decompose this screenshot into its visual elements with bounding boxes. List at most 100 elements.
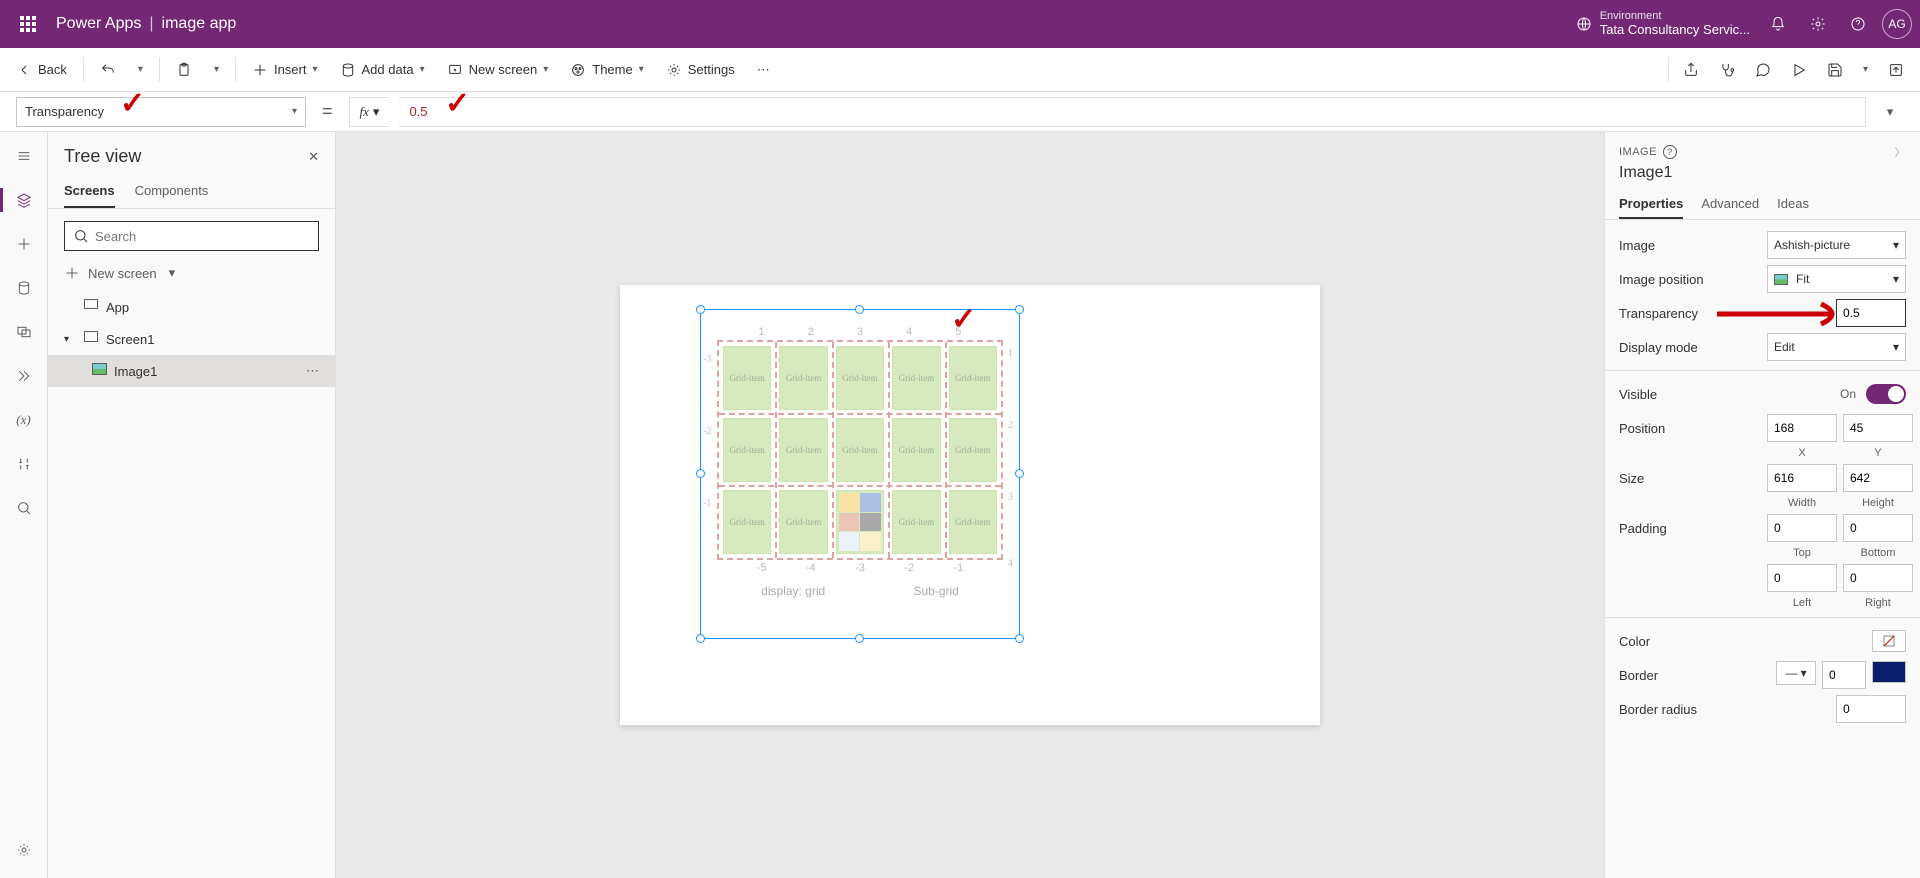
command-ribbon: Back ▾ ▾ Insert▾ Add data▾ New screen▾ T…: [0, 48, 1920, 92]
canvas-frame[interactable]: 12345 -3 -2 -1 1 2 3 4 Grid-itemGrid-ite…: [620, 285, 1320, 725]
tree-search[interactable]: [64, 221, 319, 251]
insert-button[interactable]: Insert▾: [242, 52, 328, 88]
tree-item-more[interactable]: ⋯: [306, 363, 319, 379]
canvas-area[interactable]: 12345 -3 -2 -1 1 2 3 4 Grid-itemGrid-ite…: [336, 132, 1604, 878]
rail-media[interactable]: [4, 312, 44, 352]
size-label: Size: [1619, 471, 1759, 486]
chevron-down-icon[interactable]: ▾: [64, 334, 78, 345]
app-checker-button[interactable]: [1709, 52, 1745, 88]
width-input[interactable]: [1767, 464, 1837, 492]
rail-settings[interactable]: [4, 830, 44, 870]
rail-variables[interactable]: (x): [4, 400, 44, 440]
plus-icon: [16, 236, 32, 252]
resize-handle-tr[interactable]: [1015, 305, 1024, 314]
settings-icon[interactable]: [1798, 4, 1838, 44]
tree-item-screen1[interactable]: ▾ Screen1: [48, 323, 335, 355]
left-rail: (x): [0, 132, 48, 878]
save-button[interactable]: [1817, 52, 1853, 88]
environment-picker[interactable]: Environment Tata Consultancy Servic...: [1576, 10, 1750, 38]
formula-input[interactable]: 0.5: [399, 97, 1866, 127]
padding-bottom-input[interactable]: [1843, 514, 1913, 542]
add-data-button[interactable]: Add data▾: [330, 52, 435, 88]
close-tree-view[interactable]: ✕: [308, 149, 319, 165]
help-icon[interactable]: [1838, 4, 1878, 44]
tab-ideas[interactable]: Ideas: [1777, 190, 1809, 219]
undo-button[interactable]: [90, 52, 126, 88]
publish-button[interactable]: [1878, 52, 1914, 88]
position-x-input[interactable]: [1767, 414, 1837, 442]
tab-properties[interactable]: Properties: [1619, 190, 1683, 219]
user-avatar[interactable]: AG: [1882, 9, 1912, 39]
app-icon: [84, 299, 98, 309]
search-icon: [16, 500, 32, 516]
notifications-icon[interactable]: [1758, 4, 1798, 44]
tree-search-input[interactable]: [95, 229, 310, 244]
rail-search[interactable]: [4, 488, 44, 528]
overflow-button[interactable]: ⋯: [747, 52, 780, 88]
resize-handle-tl[interactable]: [696, 305, 705, 314]
back-button[interactable]: Back: [6, 52, 77, 88]
display-mode-select[interactable]: Edit▾: [1767, 333, 1906, 361]
image-position-select[interactable]: Fit▾: [1767, 265, 1906, 293]
rail-advanced-tools[interactable]: [4, 444, 44, 484]
border-radius-input[interactable]: [1836, 695, 1906, 723]
search-icon: [73, 228, 89, 244]
clipboard-icon: [176, 62, 192, 78]
padding-top-input[interactable]: [1767, 514, 1837, 542]
rail-tree-view[interactable]: [4, 180, 44, 220]
padding-left-input[interactable]: [1767, 564, 1837, 592]
collapse-panel-icon[interactable]: 〉: [1895, 144, 1907, 160]
share-icon: [1683, 62, 1699, 78]
resize-handle-ml[interactable]: [696, 469, 705, 478]
help-icon[interactable]: ?: [1663, 145, 1677, 159]
tree-item-app[interactable]: App: [48, 291, 335, 323]
paste-button[interactable]: [166, 52, 202, 88]
padding-right-input[interactable]: [1843, 564, 1913, 592]
resize-handle-bm[interactable]: [855, 634, 864, 643]
rail-data[interactable]: [4, 268, 44, 308]
border-width-input[interactable]: [1822, 661, 1866, 689]
comments-button[interactable]: [1745, 52, 1781, 88]
tab-components[interactable]: Components: [135, 175, 209, 208]
ellipsis-icon: ⋯: [757, 62, 770, 78]
border-style-select[interactable]: — ▾: [1776, 661, 1816, 685]
new-screen-tree-button[interactable]: New screen ▾: [48, 259, 335, 287]
undo-icon: [100, 62, 116, 78]
transparency-input[interactable]: [1836, 299, 1906, 327]
visible-toggle[interactable]: [1866, 384, 1906, 404]
position-y-input[interactable]: [1843, 414, 1913, 442]
expand-formula-bar[interactable]: ▾: [1876, 98, 1904, 126]
rail-hamburger[interactable]: [4, 136, 44, 176]
border-color-swatch[interactable]: [1872, 661, 1906, 683]
resize-handle-bl[interactable]: [696, 634, 705, 643]
save-split[interactable]: ▾: [1853, 52, 1878, 88]
waffle-menu[interactable]: [8, 4, 48, 44]
app-header: Power Apps | image app Environment Tata …: [0, 0, 1920, 48]
tab-screens[interactable]: Screens: [64, 175, 115, 208]
property-selector[interactable]: Transparency ▾: [16, 97, 306, 127]
selection-box[interactable]: 12345 -3 -2 -1 1 2 3 4 Grid-itemGrid-ite…: [700, 309, 1020, 639]
preview-button[interactable]: [1781, 52, 1817, 88]
tree-item-image1[interactable]: Image1 ⋯: [48, 355, 335, 387]
element-name: Image1: [1619, 164, 1906, 182]
rail-power-automate[interactable]: [4, 356, 44, 396]
share-button[interactable]: [1673, 52, 1709, 88]
resize-handle-tm[interactable]: [855, 305, 864, 314]
back-arrow-icon: [16, 62, 32, 78]
color-swatch[interactable]: [1872, 630, 1906, 652]
save-icon: [1827, 62, 1843, 78]
resize-handle-br[interactable]: [1015, 634, 1024, 643]
paste-split[interactable]: ▾: [204, 52, 229, 88]
theme-button[interactable]: Theme▾: [560, 52, 654, 88]
image-select[interactable]: Ashish-picture▾: [1767, 231, 1906, 259]
new-screen-button[interactable]: New screen▾: [437, 52, 559, 88]
settings-button[interactable]: Settings: [656, 52, 745, 88]
resize-handle-mr[interactable]: [1015, 469, 1024, 478]
undo-split[interactable]: ▾: [128, 52, 153, 88]
tab-advanced[interactable]: Advanced: [1701, 190, 1759, 219]
variable-icon: (x): [16, 412, 30, 428]
fx-button[interactable]: fx▾: [349, 97, 390, 127]
comment-icon: [1755, 62, 1771, 78]
rail-insert[interactable]: [4, 224, 44, 264]
height-input[interactable]: [1843, 464, 1913, 492]
